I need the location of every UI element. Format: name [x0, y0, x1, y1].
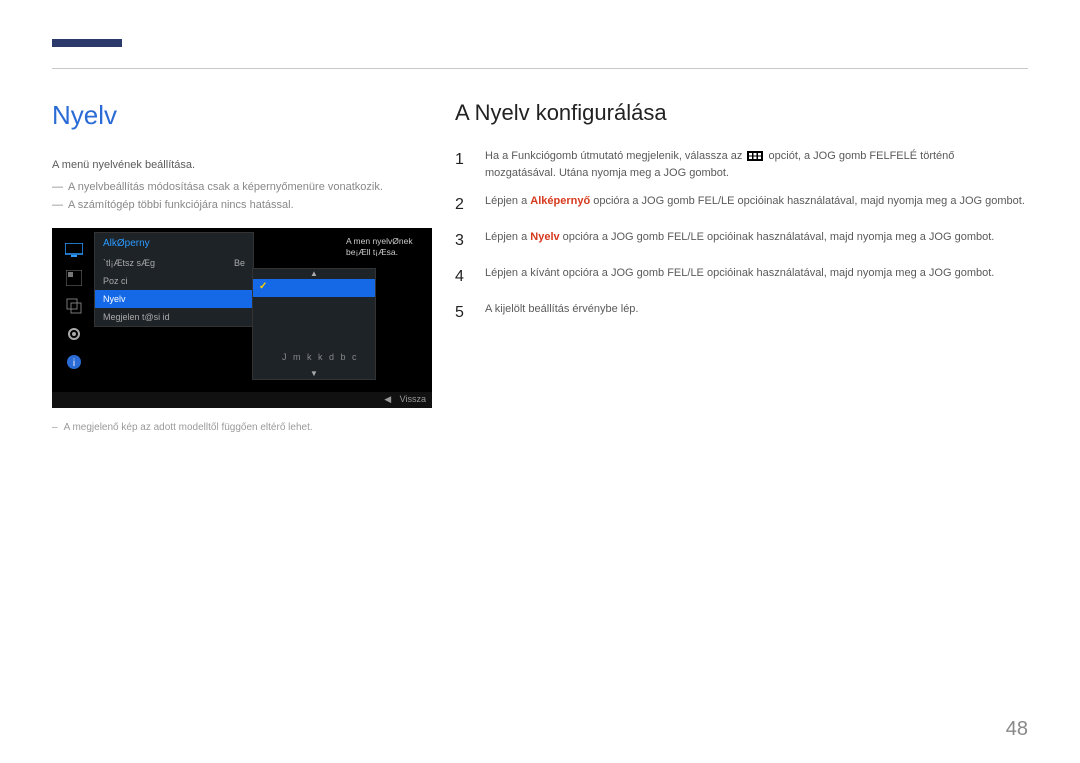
step-number: 4 [455, 265, 469, 289]
step-item: 5 A kijelölt beállítás érvénybe lép. [455, 301, 1028, 325]
check-icon: ✓ [259, 281, 267, 292]
osd-menu-title: AlkØperny [95, 233, 253, 254]
step-text: Lépjen a Alképernyő opcióra a JOG gomb F… [485, 193, 1025, 217]
osd-submenu-row [253, 333, 375, 351]
section-notes: ―A nyelvbeállítás módosítása csak a képe… [52, 179, 432, 214]
monitor-icon [64, 240, 84, 260]
arrow-down-icon: ▼ [253, 369, 375, 379]
step-item: 1 Ha a Funkciógomb útmutató megjelenik, … [455, 148, 1028, 181]
osd-menu-item-selected: Nyelv [95, 290, 253, 308]
note-line: A nyelvbeállítás módosítása csak a képer… [68, 181, 383, 193]
step-text: Lépjen a kívánt opcióra a JOG gomb FEL/L… [485, 265, 994, 289]
highlight-term: Alképernyő [530, 195, 590, 207]
section-description: A menü nyelvének beállítása. [52, 159, 432, 171]
osd-hint-text: A men nyelvØnek be¡Æll t¡Æsa. [342, 232, 430, 262]
osd-menu-item: `tl¡Ætsz sÆg Be [95, 254, 253, 272]
osd-sub-hint: J m k k d b c [282, 352, 359, 362]
step-text: Lépjen a Nyelv opcióra a JOG gomb FEL/LE… [485, 229, 994, 253]
osd-menu-item: Megjelen t@si id [95, 308, 253, 326]
right-column: A Nyelv konfigurálása 1 Ha a Funkciógomb… [455, 100, 1028, 337]
steps-list: 1 Ha a Funkciógomb útmutató megjelenik, … [455, 148, 1028, 325]
arrow-up-icon: ▲ [253, 269, 375, 279]
info-icon: i [64, 352, 84, 372]
osd-submenu-panel: ▲ ✓ ▼ [252, 268, 376, 380]
note-line: A számítógép többi funkciójára nincs hat… [68, 199, 294, 211]
step-item: 4 Lépjen a kívánt opcióra a JOG gomb FEL… [455, 265, 1028, 289]
osd-menu-item: Poz ci [95, 272, 253, 290]
step-item: 3 Lépjen a Nyelv opcióra a JOG gomb FEL/… [455, 229, 1028, 253]
step-number: 1 [455, 148, 469, 181]
osd-submenu-row-selected: ✓ [253, 279, 375, 297]
header-divider [52, 68, 1028, 69]
layout-icon [64, 268, 84, 288]
osd-back-label: Vissza [400, 394, 426, 404]
osd-sidebar: i [62, 236, 86, 400]
overlay-icon [64, 296, 84, 316]
osd-submenu-row [253, 315, 375, 333]
left-column: Nyelv A menü nyelvének beállítása. ―A ny… [52, 100, 432, 433]
osd-bottom-bar: ◀ Vissza [52, 392, 432, 408]
step-text: A kijelölt beállítás érvénybe lép. [485, 301, 638, 325]
svg-text:i: i [73, 358, 75, 369]
osd-menu-panel: AlkØperny `tl¡Ætsz sÆg Be Poz ci Nyelv M… [94, 232, 254, 327]
step-text: Ha a Funkciógomb útmutató megjelenik, vá… [485, 148, 1028, 181]
osd-submenu-row [253, 297, 375, 315]
page-number: 48 [1006, 718, 1028, 741]
image-footnote: –A megjelenő kép az adott modelltől függ… [52, 422, 432, 433]
step-number: 3 [455, 229, 469, 253]
step-number: 5 [455, 301, 469, 325]
subsection-heading: A Nyelv konfigurálása [455, 100, 1028, 126]
step-number: 2 [455, 193, 469, 217]
osd-screenshot: i AlkØperny `tl¡Ætsz sÆg Be Poz ci Nyelv… [52, 228, 432, 408]
gear-icon [64, 324, 84, 344]
section-heading: Nyelv [52, 100, 432, 131]
highlight-term: Nyelv [530, 231, 559, 243]
step-item: 2 Lépjen a Alképernyő opcióra a JOG gomb… [455, 193, 1028, 217]
header-accent-bar [52, 39, 122, 47]
menu-grid-icon [747, 151, 763, 161]
arrow-left-icon: ◀ [384, 394, 391, 404]
